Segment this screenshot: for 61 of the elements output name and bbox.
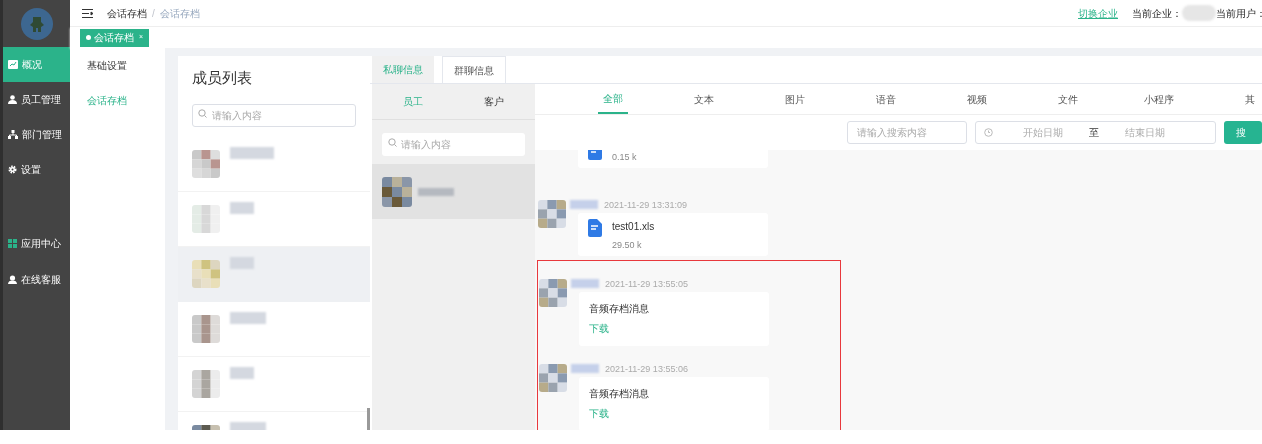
party-tab[interactable]: 客户 xyxy=(453,84,535,119)
redacted-company xyxy=(1182,5,1216,21)
category-tab[interactable]: 小程序 xyxy=(1113,84,1204,114)
breadcrumb-item[interactable]: 会话存档 xyxy=(107,5,147,21)
clock-icon xyxy=(984,128,993,137)
redacted-name xyxy=(230,421,266,430)
sidebar-item[interactable]: 员工管理 xyxy=(3,82,70,117)
category-tab[interactable]: 其 xyxy=(1204,84,1262,114)
sidebar-item[interactable]: 在线客服 xyxy=(3,261,70,297)
search-icon xyxy=(198,108,207,118)
redacted-name xyxy=(230,366,254,379)
contact-search-field[interactable]: 请输入内容 xyxy=(382,133,525,156)
breadcrumb-separator: / xyxy=(152,6,155,21)
chat-tab[interactable]: 群聊信息 xyxy=(442,56,506,83)
message-time: 2021-11-29 13:55:06 xyxy=(605,364,688,375)
panel-title: 成员列表 xyxy=(192,68,253,88)
user-icon xyxy=(8,95,17,104)
file-size: 0.15 k xyxy=(612,152,637,162)
support-agent-icon xyxy=(8,274,17,284)
message-text: 音频存档消息 xyxy=(589,303,649,315)
settings-icon xyxy=(8,165,17,174)
company-label: 当前企业： xyxy=(1132,6,1182,21)
redacted-name xyxy=(418,187,454,196)
chart-icon xyxy=(8,60,18,69)
message-time: 2021-11-29 13:55:05 xyxy=(605,279,688,290)
message-text: 音频存档消息 xyxy=(589,388,649,400)
org-chart-icon xyxy=(8,130,18,139)
sidebar-item[interactable]: 部门管理 xyxy=(3,117,70,152)
redacted-name xyxy=(230,201,254,214)
redacted-name xyxy=(571,279,599,288)
redacted-name xyxy=(230,256,254,269)
message-time: 2021-11-29 13:31:09 xyxy=(604,200,687,211)
redacted-name xyxy=(570,200,598,209)
keyword-search-field[interactable]: 请输入搜索内容 xyxy=(847,121,967,144)
date-separator: 至 xyxy=(1089,126,1099,140)
document-icon xyxy=(588,219,602,237)
category-tab[interactable]: 视频 xyxy=(931,84,1022,114)
contact-row[interactable] xyxy=(372,164,535,219)
breadcrumb-item: 会话存档 xyxy=(159,6,200,21)
category-tab[interactable]: 文本 xyxy=(658,84,749,114)
grid-icon xyxy=(8,238,17,248)
date-range-field[interactable]: 开始日期 至 结束日期 xyxy=(975,121,1216,144)
redacted-name xyxy=(230,311,266,324)
logo-icon xyxy=(20,7,53,40)
file-name: test01.xls xyxy=(612,220,655,234)
member-search-field[interactable]: 请输入内容 xyxy=(192,103,356,127)
end-date-placeholder: 结束日期 xyxy=(1125,126,1165,140)
redacted-name xyxy=(230,146,274,159)
file-size: 29.50 k xyxy=(612,240,643,250)
scrollbar[interactable] xyxy=(367,408,370,430)
redacted-name xyxy=(571,364,599,373)
category-tab[interactable]: 文件 xyxy=(1022,84,1113,114)
sidebar-item[interactable]: 设置 xyxy=(3,152,70,187)
category-tab[interactable]: 图片 xyxy=(749,84,840,114)
start-date-placeholder: 开始日期 xyxy=(1023,126,1063,140)
category-tab[interactable]: 语音 xyxy=(840,84,931,114)
user-label: 当前用户： xyxy=(1216,6,1262,21)
search-icon xyxy=(388,138,397,147)
sub-navigation-item[interactable]: 基础设置 xyxy=(70,58,165,93)
sidebar-item[interactable]: 应用中心 xyxy=(3,225,70,261)
menu-icon[interactable] xyxy=(82,8,93,18)
